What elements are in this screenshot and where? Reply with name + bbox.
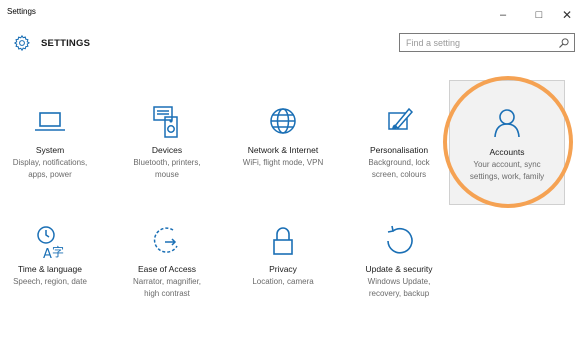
devices-icon [153, 106, 178, 138]
search-input[interactable] [400, 35, 558, 50]
tile-description: Narrator, magnifier, high contrast [132, 277, 202, 298]
tile-label: System [35, 145, 65, 155]
tile-personalisation[interactable]: Personalisation Background, lock screen,… [341, 103, 457, 223]
svg-text:字: 字 [52, 244, 64, 259]
search-box[interactable] [399, 33, 575, 52]
person-icon [494, 109, 520, 138]
tile-time-language[interactable]: A 字 Time & language Speech, region, date [0, 222, 108, 342]
window-controls: – □ ✕ [485, 0, 577, 30]
window-title: Settings [7, 7, 36, 16]
tile-description: WiFi, flight mode, VPN [242, 158, 324, 167]
tile-description: Speech, region, date [13, 277, 87, 286]
time-language-icon: A 字 [37, 226, 64, 262]
tile-description: Windows Update, recovery, backup [367, 277, 431, 298]
tile-description: Location, camera [252, 277, 314, 286]
page-title: SETTINGS [41, 38, 91, 49]
lock-icon [273, 227, 293, 255]
tile-label: Personalisation [369, 145, 429, 155]
tile-description: Bluetooth, printers, mouse [133, 158, 201, 179]
tile-label: Privacy [269, 264, 297, 274]
tile-privacy[interactable]: Privacy Location, camera [225, 222, 341, 342]
paintbrush-icon [388, 107, 414, 130]
gear-icon [13, 34, 30, 52]
title-bar: Settings – □ ✕ [0, 0, 577, 30]
tile-network[interactable]: Network & Internet WiFi, flight mode, VP… [225, 103, 341, 223]
tile-system[interactable]: System Display, notifications, apps, pow… [0, 103, 108, 223]
close-button[interactable]: ✕ [557, 0, 577, 30]
tile-update-security[interactable]: Update & security Windows Update, recove… [341, 222, 457, 342]
tile-label: Ease of Access [137, 264, 197, 274]
svg-text:A: A [43, 247, 52, 262]
maximize-button[interactable]: □ [521, 0, 557, 30]
ease-of-access-icon [153, 227, 178, 253]
tile-devices[interactable]: Devices Bluetooth, printers, mouse [109, 103, 225, 223]
refresh-icon [387, 225, 413, 254]
tile-label: Accounts [489, 147, 525, 157]
tile-label: Time & language [18, 264, 82, 274]
laptop-icon [35, 112, 65, 131]
tile-description: Display, notifications, apps, power [12, 158, 88, 179]
tile-label: Network & Internet [247, 145, 319, 155]
tile-label: Devices [151, 145, 183, 155]
tile-description: Background, lock screen, colours [368, 158, 430, 179]
tile-description: Your account, sync settings, work, famil… [469, 160, 545, 181]
globe-icon [270, 108, 296, 134]
tile-accounts[interactable]: Accounts Your account, sync settings, wo… [449, 80, 565, 205]
search-icon[interactable] [558, 37, 570, 49]
tile-ease-of-access[interactable]: Ease of Access Narrator, magnifier, high… [109, 222, 225, 342]
minimize-button[interactable]: – [485, 0, 521, 30]
tile-label: Update & security [365, 264, 433, 274]
settings-header: SETTINGS [0, 30, 577, 60]
